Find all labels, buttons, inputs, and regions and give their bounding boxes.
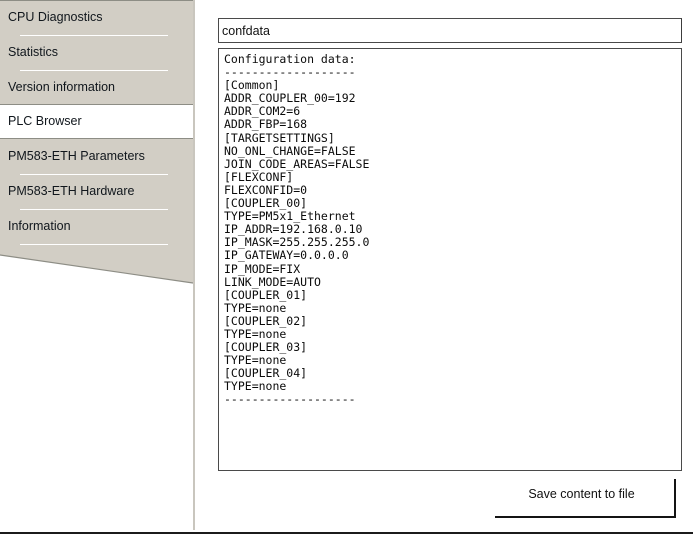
output-text-area[interactable]: Configuration data: ------------------- …	[218, 48, 682, 471]
sidebar-item-cpu-diagnostics[interactable]: CPU Diagnostics	[0, 0, 193, 35]
sidebar-divider	[193, 0, 195, 530]
sidebar-separator	[20, 244, 168, 245]
sidebar-item-statistics[interactable]: Statistics	[0, 35, 193, 70]
save-content-to-file-button[interactable]: Save content to file	[495, 479, 676, 518]
sidebar-item-version-information[interactable]: Version information	[0, 70, 193, 105]
navigation-sidebar: CPU Diagnostics Statistics Version infor…	[0, 0, 195, 530]
sidebar-item-label: Information	[8, 219, 71, 233]
sidebar-item-pm583-eth-parameters[interactable]: PM583-ETH Parameters	[0, 139, 193, 174]
command-input[interactable]	[218, 18, 682, 43]
browser-content-pane: Configuration data: ------------------- …	[196, 0, 693, 530]
sidebar-item-label: Statistics	[8, 45, 59, 59]
plc-browser-window: CPU Diagnostics Statistics Version infor…	[0, 0, 693, 534]
sidebar-item-label: PM583-ETH Parameters	[8, 149, 145, 163]
sidebar-item-plc-browser[interactable]: PLC Browser	[0, 105, 193, 138]
configuration-output: Configuration data: ------------------- …	[224, 52, 370, 407]
sidebar-item-label: CPU Diagnostics	[8, 10, 103, 24]
sidebar-item-pm583-eth-hardware[interactable]: PM583-ETH Hardware	[0, 174, 193, 209]
sidebar-item-label: Version information	[8, 80, 116, 94]
sidebar-item-label: PM583-ETH Hardware	[8, 184, 135, 198]
sidebar-item-label: PLC Browser	[8, 114, 82, 128]
sidebar-item-information[interactable]: Information	[0, 209, 193, 244]
